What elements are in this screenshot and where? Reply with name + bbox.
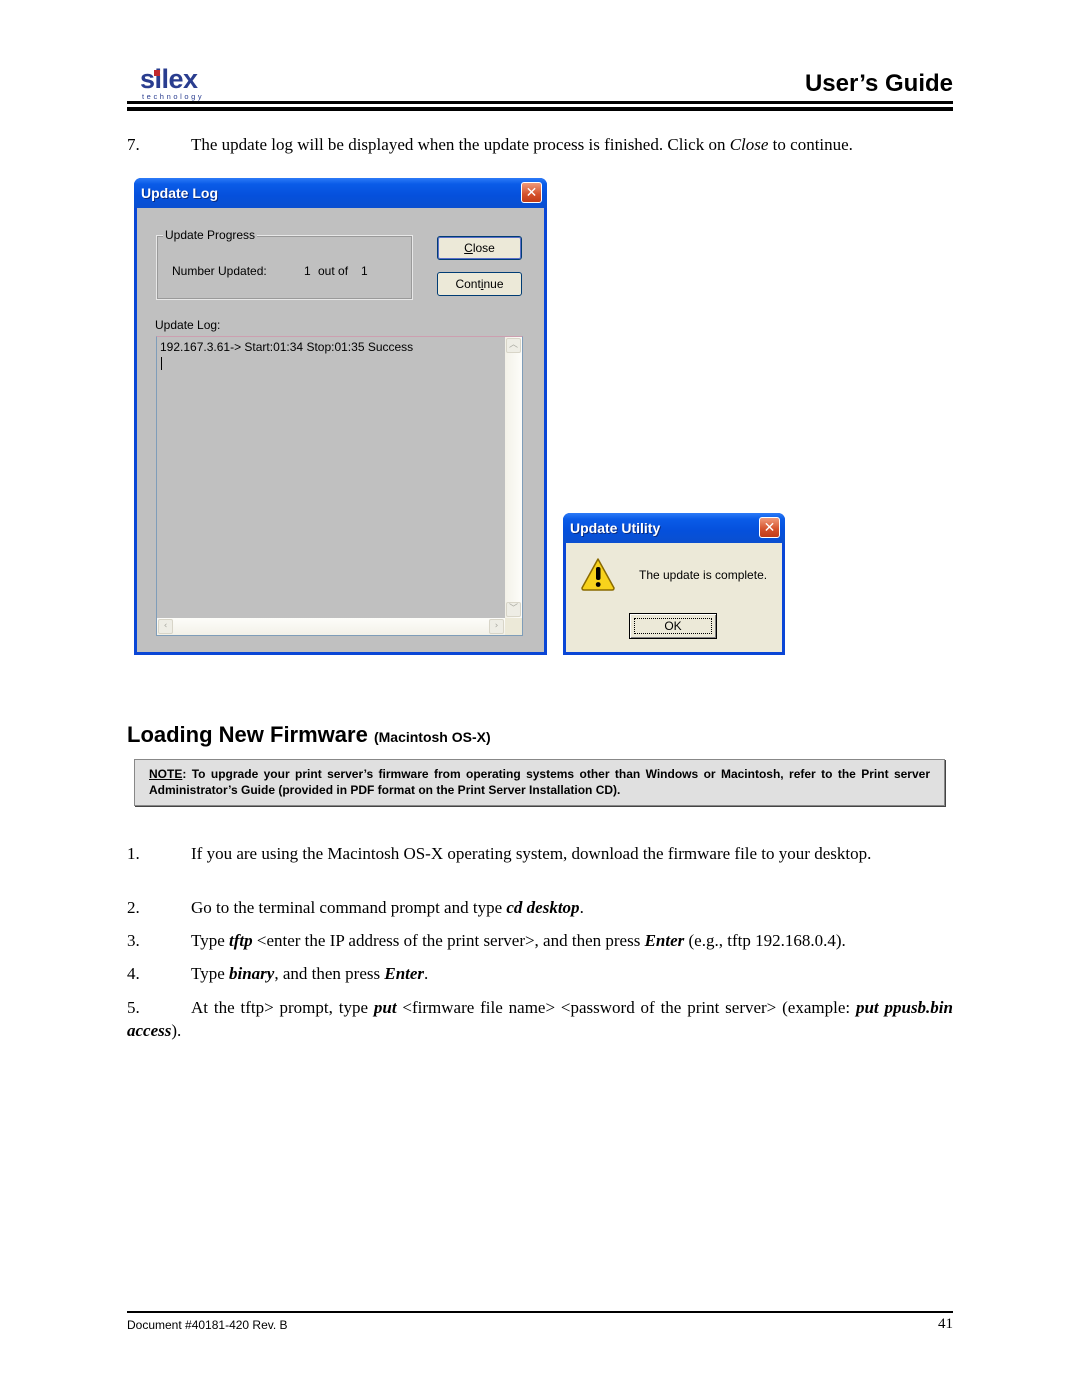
update-log-textarea[interactable]: 192.167.3.61-> Start:01:34 Stop:01:35 Su… bbox=[156, 336, 523, 636]
note-box: NOTE: To upgrade your print server’s fir… bbox=[134, 759, 945, 806]
step-number: 3. bbox=[127, 931, 140, 950]
close-x-icon[interactable]: ✕ bbox=[759, 517, 780, 538]
step-text: , and then press bbox=[274, 964, 385, 983]
step-text: <enter the IP address of the print serve… bbox=[252, 931, 645, 950]
window-client: Update Progress Number Updated: 1 out of… bbox=[137, 208, 544, 652]
header-title: User’s Guide bbox=[804, 70, 953, 97]
step-emphasis: binary bbox=[229, 964, 275, 983]
step-number: 1. bbox=[127, 844, 140, 863]
horizontal-scrollbar[interactable]: ‹ › bbox=[157, 618, 505, 635]
step-emphasis: Enter bbox=[384, 964, 425, 983]
step-number: 2. bbox=[127, 898, 140, 917]
step-3: 3. Type tftp <enter the IP address of the… bbox=[127, 930, 953, 952]
header-rule-top bbox=[127, 101, 953, 104]
logo-subtext: technology bbox=[142, 92, 205, 101]
total-count: 1 bbox=[361, 264, 368, 278]
step-text-after: . bbox=[579, 898, 584, 917]
step-text-before: Go to the terminal command prompt and ty… bbox=[191, 898, 507, 917]
step-text-before: The update log will be displayed when th… bbox=[191, 135, 730, 154]
text-caret bbox=[161, 357, 162, 370]
step-2: 2. Go to the terminal command prompt and … bbox=[127, 897, 953, 919]
step-text: At the tftp> prompt, type bbox=[191, 998, 374, 1017]
step-number: 5. bbox=[127, 998, 140, 1017]
title-bar[interactable]: Update Utility ✕ bbox=[563, 513, 785, 543]
close-button[interactable]: Close bbox=[437, 236, 522, 260]
step-text: . bbox=[424, 964, 429, 983]
step-emphasis: put bbox=[373, 998, 397, 1017]
footer-rule bbox=[127, 1311, 953, 1313]
group-label: Update Progress bbox=[163, 228, 258, 242]
step-text: If you are using the Macintosh OS-X oper… bbox=[191, 844, 872, 863]
note-text: : To upgrade your print server’s firmwar… bbox=[149, 767, 930, 797]
continue-button[interactable]: Continue bbox=[437, 272, 522, 296]
ok-button[interactable]: OK bbox=[629, 613, 717, 639]
window-title: Update Log bbox=[141, 185, 218, 201]
update-log-window: Update Log ✕ Update Progress Number Upda… bbox=[134, 178, 547, 655]
message-text: The update is complete. bbox=[639, 568, 768, 582]
document-number: Document #40181-420 Rev. B bbox=[127, 1318, 288, 1332]
step-text: <firmware file name> <password of the pr… bbox=[396, 998, 856, 1017]
close-x-icon[interactable]: ✕ bbox=[521, 182, 542, 203]
number-updated-label: Number Updated: bbox=[172, 264, 267, 278]
update-log-label: Update Log: bbox=[155, 318, 221, 332]
update-progress-group: Update Progress Number Updated: 1 out of… bbox=[156, 228, 413, 300]
log-line: 192.167.3.61-> Start:01:34 Stop:01:35 Su… bbox=[160, 340, 414, 354]
section-title: Loading New Firmware bbox=[127, 722, 368, 747]
step-text: Type bbox=[191, 964, 229, 983]
step-4: 4. Type binary, and then press Enter. bbox=[127, 963, 953, 985]
chevron-right-icon[interactable]: › bbox=[489, 619, 504, 634]
chevron-down-icon[interactable]: ﹀ bbox=[506, 602, 521, 617]
step-emphasis: tftp bbox=[229, 931, 253, 950]
section-subtitle: (Macintosh OS-X) bbox=[373, 729, 491, 745]
step-emphasis: Close bbox=[729, 135, 769, 154]
window-title: Update Utility bbox=[570, 520, 661, 536]
update-utility-window: Update Utility ✕ The update is complete.… bbox=[563, 513, 785, 655]
step-7: 7. The update log will be displayed when … bbox=[127, 134, 953, 156]
step-1: 1. If you are using the Macintosh OS-X op… bbox=[127, 842, 953, 865]
step-text: Type bbox=[191, 931, 229, 950]
step-text: ). bbox=[171, 1021, 182, 1040]
warning-icon bbox=[581, 558, 615, 591]
note-label: NOTE bbox=[149, 767, 183, 781]
logo-accent-mark bbox=[154, 70, 160, 76]
window-client: The update is complete. OK bbox=[566, 543, 782, 652]
header-rule-bottom bbox=[127, 107, 953, 111]
step-emphasis: cd desktop bbox=[506, 898, 580, 917]
vertical-scrollbar[interactable]: ︿ ﹀ bbox=[505, 337, 522, 618]
chevron-left-icon[interactable]: ‹ bbox=[158, 619, 173, 634]
step-5: 5. At the tftp> prompt, type put <firmwar… bbox=[127, 996, 953, 1042]
scrollbar-corner bbox=[505, 618, 522, 635]
chevron-up-icon[interactable]: ︿ bbox=[506, 338, 521, 353]
logo-wordmark: silex bbox=[140, 64, 198, 94]
step-text: (e.g., tftp 192.168.0.4). bbox=[684, 931, 846, 950]
section-heading: Loading New Firmware (Macintosh OS-X) bbox=[127, 722, 491, 748]
page-number: 41 bbox=[938, 1316, 953, 1332]
silex-logo: silex technology bbox=[140, 64, 220, 102]
out-of-label: out of bbox=[318, 264, 349, 278]
title-bar[interactable]: Update Log ✕ bbox=[134, 178, 547, 208]
step-text-after: to continue. bbox=[768, 135, 853, 154]
step-emphasis: Enter bbox=[644, 931, 685, 950]
updated-count: 1 bbox=[304, 264, 311, 278]
step-number: 4. bbox=[127, 964, 140, 983]
step-number: 7. bbox=[127, 135, 140, 154]
